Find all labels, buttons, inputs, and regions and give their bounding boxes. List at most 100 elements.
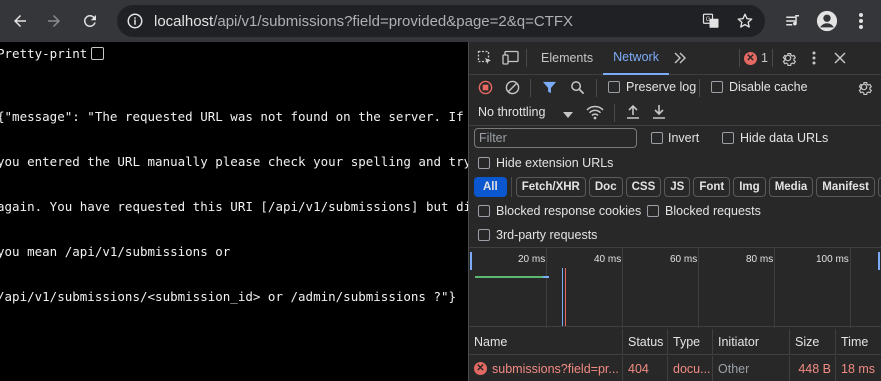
tab-network[interactable]: Network — [603, 42, 669, 75]
inspect-element-icon[interactable] — [474, 47, 496, 69]
table-row[interactable]: ✕ submissions?field=pr... 404 docu... Ot… — [469, 356, 881, 381]
filter-chip-doc[interactable]: Doc — [588, 177, 623, 197]
timeline-tick-label: 100 ms — [816, 254, 849, 265]
request-time-cell: 18 ms — [835, 356, 881, 381]
filter-chip-all[interactable]: All — [474, 177, 507, 197]
pretty-print-toggle[interactable]: Pretty-print — [0, 46, 105, 61]
blocked-response-cookies-label: Blocked response cookies — [496, 204, 642, 218]
json-line: you mean /api/v1/submissions or — [0, 244, 231, 259]
blocked-requests-checkbox[interactable] — [647, 205, 659, 217]
bookmark-star-icon[interactable] — [735, 11, 755, 31]
filter-chip-fetch-xhr[interactable]: Fetch/XHR — [515, 177, 586, 197]
invert-checkbox[interactable] — [651, 132, 663, 144]
pretty-print-checkbox[interactable] — [91, 47, 105, 60]
export-har-download-icon[interactable] — [652, 104, 666, 123]
close-devtools-icon[interactable] — [829, 47, 851, 69]
toolbar-divider — [738, 49, 740, 67]
devtools-tab-bar: Elements Network ✕ 1 — [469, 42, 881, 75]
timeline-gridline — [698, 248, 699, 328]
toolbar-divider — [530, 79, 531, 97]
network-toolbar-row-2: No throttling — [469, 100, 881, 125]
filter-chip-manifest[interactable]: Manifest — [816, 177, 875, 197]
column-header-time[interactable]: Time — [835, 329, 881, 355]
timeline-right-handle[interactable] — [878, 252, 880, 270]
preserve-log-checkbox[interactable] — [608, 81, 620, 93]
filter-chip-font[interactable]: Font — [693, 177, 731, 197]
json-line: /api/v1/submissions/<submission_id> or /… — [0, 289, 457, 304]
timeline-gridline — [546, 248, 547, 328]
translate-icon[interactable]: G — [701, 11, 721, 31]
hide-data-urls-checkbox[interactable] — [722, 132, 734, 144]
third-party-requests-checkbox[interactable] — [478, 229, 490, 241]
filter-chip-css[interactable]: CSS — [625, 177, 662, 197]
settings-gear-icon[interactable] — [777, 47, 799, 69]
blocked-requests-label: Blocked requests — [665, 204, 761, 218]
disable-cache-checkbox[interactable] — [711, 81, 723, 93]
hide-extension-urls-checkbox[interactable] — [478, 157, 490, 169]
browser-toolbar: localhost/api/v1/submissions?field=provi… — [0, 0, 881, 42]
column-header-type[interactable]: Type — [667, 329, 712, 355]
filter-chip-js[interactable]: JS — [664, 177, 691, 197]
toolbar-divider — [596, 79, 597, 97]
devtools-menu-icon[interactable] — [803, 47, 825, 69]
json-line: again. You have requested this URI [/api… — [0, 199, 479, 214]
filter-chip-img[interactable]: Img — [733, 177, 766, 197]
column-header-initiator[interactable]: Initiator — [712, 329, 789, 355]
url-path: /api/v1/submissions?field=provided&page=… — [213, 12, 573, 30]
request-name-cell[interactable]: ✕ submissions?field=pr... — [469, 356, 622, 381]
error-counter[interactable]: ✕ 1 — [743, 51, 768, 65]
timeline-tick-label: 60 ms — [670, 254, 698, 265]
error-icon: ✕ — [743, 51, 757, 65]
page-viewport: Pretty-print {"message": "The requested … — [0, 42, 479, 381]
more-tabs-chevron-icon[interactable] — [669, 47, 691, 69]
filter-chip-media[interactable]: Media — [768, 177, 814, 197]
timeline-load-marker — [565, 268, 566, 326]
site-info-icon[interactable] — [126, 12, 144, 30]
profile-avatar-icon[interactable] — [815, 6, 839, 36]
hide-data-urls-label: Hide data URLs — [740, 131, 829, 145]
media-queue-icon[interactable] — [781, 6, 805, 36]
section-divider — [469, 125, 881, 126]
back-button[interactable] — [4, 5, 36, 37]
column-header-size[interactable]: Size — [789, 329, 835, 355]
toolbar-divider — [699, 79, 700, 97]
url-text[interactable]: localhost/api/v1/submissions?field=provi… — [154, 13, 573, 30]
address-bar[interactable]: localhost/api/v1/submissions?field=provi… — [117, 5, 765, 37]
device-toolbar-icon[interactable] — [500, 47, 522, 69]
requests-table-header: Name Status Type Initiator Size Time — [469, 329, 881, 355]
request-status-cell: 404 — [622, 356, 667, 381]
import-har-upload-icon[interactable] — [626, 104, 640, 123]
hide-extension-urls-label: Hide extension URLs — [496, 156, 614, 170]
timeline-gridline — [622, 248, 623, 328]
reload-button[interactable] — [74, 5, 106, 37]
svg-text:G: G — [706, 17, 711, 23]
filter-funnel-icon[interactable] — [542, 80, 557, 98]
search-icon[interactable] — [570, 80, 585, 98]
network-conditions-wifi-icon[interactable] — [586, 105, 604, 123]
column-header-status[interactable]: Status — [622, 329, 667, 355]
timeline-gridline — [850, 248, 851, 328]
forward-button[interactable] — [38, 5, 70, 37]
browser-menu-icon[interactable] — [849, 6, 873, 36]
throttling-select[interactable]: No throttling — [478, 105, 545, 119]
network-settings-gear-icon[interactable] — [856, 79, 873, 98]
json-response: {"message": "The requested URL was not f… — [0, 79, 479, 334]
devtools-panel: Elements Network ✕ 1 Preserve log Disabl… — [468, 42, 881, 381]
record-stop-icon[interactable] — [478, 80, 493, 98]
url-host: localhost — [154, 12, 214, 30]
error-status-icon: ✕ — [474, 362, 487, 375]
timeline-left-handle[interactable] — [470, 252, 472, 270]
chevron-down-icon[interactable] — [563, 108, 573, 122]
filter-input[interactable]: Filter — [474, 128, 637, 148]
timeline-request-bar-waiting — [475, 276, 543, 278]
request-name: submissions?field=pr... — [492, 361, 619, 376]
timeline-request-bar-download — [543, 276, 549, 278]
clear-log-icon[interactable] — [505, 80, 520, 98]
column-header-name[interactable]: Name — [469, 329, 622, 355]
blocked-response-cookies-checkbox[interactable] — [478, 205, 490, 217]
arrow-right-icon — [48, 15, 60, 27]
toolbar-divider — [771, 49, 773, 67]
disable-cache-label: Disable cache — [729, 80, 808, 94]
network-timeline-overview[interactable]: 20 ms 40 ms 60 ms 80 ms 100 ms — [469, 247, 881, 328]
tab-elements[interactable]: Elements — [531, 42, 603, 75]
